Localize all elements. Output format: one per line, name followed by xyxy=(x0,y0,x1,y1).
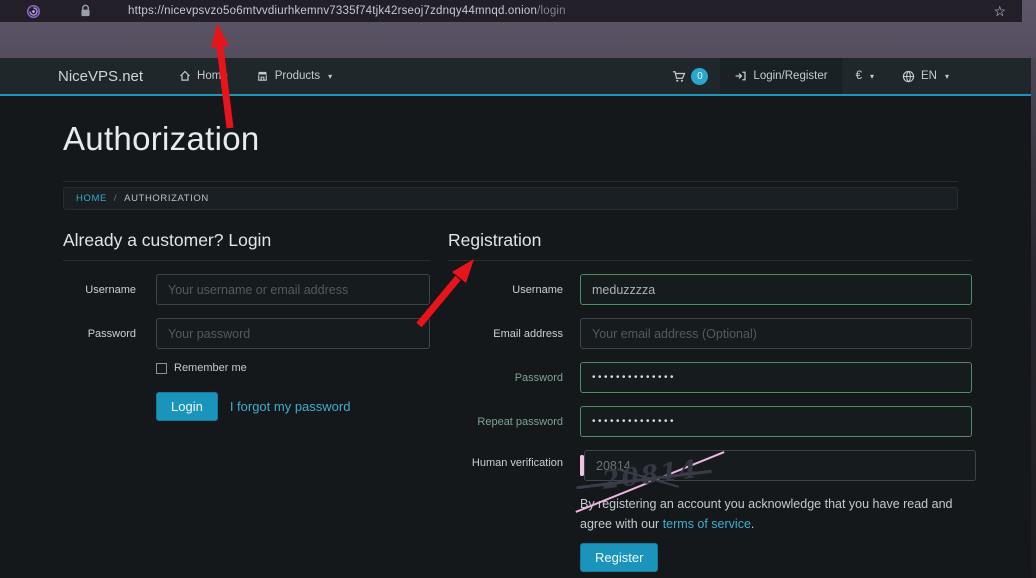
reg-email-input[interactable] xyxy=(580,318,972,349)
login-username-input[interactable] xyxy=(156,274,430,305)
reg-password-label: Password xyxy=(448,372,563,384)
remember-me-row: Remember me xyxy=(156,362,430,374)
language-dropdown[interactable]: EN ▾ xyxy=(888,58,963,94)
currency-dropdown[interactable]: € ▾ xyxy=(842,58,888,94)
browser-toolbar: https://nicevpsvzo5o6mtvvdiurhkemnv7335f… xyxy=(0,0,1036,58)
onion-icon[interactable] xyxy=(26,4,41,19)
login-section: Already a customer? Login Username Passw… xyxy=(63,230,430,421)
terms-text: By registering an account you acknowledg… xyxy=(580,494,972,535)
reg-password-input[interactable] xyxy=(580,362,972,393)
login-actions: Login I forgot my password xyxy=(156,392,430,421)
chevron-down-icon: ▾ xyxy=(870,72,874,81)
form-row-reg-repeat: Repeat password xyxy=(448,406,972,437)
registration-section: Registration Username Email address Pass… xyxy=(448,230,972,572)
reg-username-label: Username xyxy=(448,284,563,296)
breadcrumb-separator: / xyxy=(114,193,117,204)
registration-actions: Register xyxy=(580,543,972,572)
cart-icon xyxy=(672,70,686,83)
captcha-image: 20814 xyxy=(580,455,584,476)
registration-heading: Registration xyxy=(448,230,972,261)
nav-item-home[interactable]: Home xyxy=(165,58,242,94)
breadcrumb-home-link[interactable]: HOME xyxy=(76,193,107,204)
login-password-label: Password xyxy=(63,328,136,340)
captcha-noise-line xyxy=(580,455,584,476)
breadcrumb-current: AUTHORIZATION xyxy=(124,193,209,204)
form-row-username: Username xyxy=(63,274,430,305)
login-password-input[interactable] xyxy=(156,318,430,349)
terms-line2-prefix: agree with our xyxy=(580,517,663,531)
lock-icon[interactable] xyxy=(79,4,92,18)
url-path: /login xyxy=(537,5,566,17)
captcha-label: Human verification xyxy=(448,450,563,469)
nav-products-label: Products xyxy=(275,70,320,82)
terms-line1: By registering an account you acknowledg… xyxy=(580,497,952,511)
forms-container: Already a customer? Login Username Passw… xyxy=(63,230,958,572)
login-form: Username Password Remember me Login I fo… xyxy=(63,274,430,421)
reg-email-label: Email address xyxy=(448,328,563,340)
form-row-password: Password xyxy=(63,318,430,349)
register-button[interactable]: Register xyxy=(580,543,658,572)
divider xyxy=(63,181,958,182)
url-text[interactable]: https://nicevpsvzo5o6mtvvdiurhkemnv7335f… xyxy=(128,5,566,17)
remember-me-label: Remember me xyxy=(174,362,247,374)
forgot-password-link[interactable]: I forgot my password xyxy=(230,399,351,414)
url-host: https://nicevpsvzo5o6mtvvdiurhkemnv7335f… xyxy=(128,5,537,17)
cart-button[interactable]: 0 xyxy=(660,58,720,94)
nav-home-label: Home xyxy=(197,70,228,82)
sign-in-icon xyxy=(734,70,747,82)
currency-label: € xyxy=(856,70,862,82)
login-heading: Already a customer? Login xyxy=(63,230,430,261)
globe-icon xyxy=(902,70,915,83)
storefront-icon xyxy=(256,70,269,82)
nav-item-products[interactable]: Products ▾ xyxy=(242,58,346,94)
reg-repeat-password-label: Repeat password xyxy=(448,416,563,428)
brand-logo[interactable]: NiceVPS.net xyxy=(58,68,143,85)
captcha-strike-line xyxy=(580,469,584,475)
page-content: Authorization HOME / AUTHORIZATION Alrea… xyxy=(0,96,1031,572)
login-register-label: Login/Register xyxy=(753,70,827,82)
login-username-label: Username xyxy=(63,284,136,296)
nav-item-login-register[interactable]: Login/Register xyxy=(720,58,841,94)
terms-of-service-link[interactable]: terms of service xyxy=(663,517,751,531)
breadcrumb: HOME / AUTHORIZATION xyxy=(63,187,958,210)
language-label: EN xyxy=(921,70,937,82)
form-row-reg-email: Email address xyxy=(448,318,972,349)
page-title: Authorization xyxy=(63,120,1031,158)
chevron-down-icon: ▾ xyxy=(945,72,949,81)
navbar-right: 0 Login/Register € ▾ xyxy=(660,58,963,94)
remember-me-checkbox[interactable] xyxy=(156,363,167,374)
registration-form: Username Email address Password Repeat p… xyxy=(448,274,972,572)
cart-count-badge: 0 xyxy=(691,68,708,85)
chevron-down-icon: ▾ xyxy=(328,72,332,81)
terms-suffix: . xyxy=(751,517,754,531)
screen: https://nicevpsvzo5o6mtvvdiurhkemnv7335f… xyxy=(0,0,1036,578)
form-row-captcha: Human verification 20814 xyxy=(448,450,972,481)
form-row-reg-username: Username xyxy=(448,274,972,305)
login-button[interactable]: Login xyxy=(156,392,218,421)
form-row-reg-password: Password xyxy=(448,362,972,393)
reg-repeat-password-input[interactable] xyxy=(580,406,972,437)
site-navbar: NiceVPS.net Home Products ▾ xyxy=(0,58,1031,96)
url-bar[interactable]: https://nicevpsvzo5o6mtvvdiurhkemnv7335f… xyxy=(0,0,1022,22)
reg-username-input[interactable] xyxy=(580,274,972,305)
scrollbar-track[interactable] xyxy=(1031,0,1036,578)
home-icon xyxy=(179,70,191,82)
bookmark-star-icon[interactable]: ☆ xyxy=(993,4,1006,18)
